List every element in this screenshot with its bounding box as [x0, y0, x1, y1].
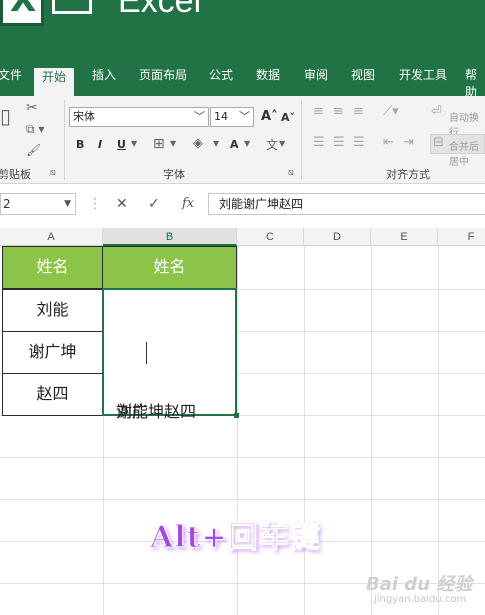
tab-developer[interactable]: 开发工具	[399, 66, 447, 96]
excel-logo-letter: X	[10, 0, 37, 20]
chevron-down-icon[interactable]: ▼	[279, 139, 285, 148]
column-header-b[interactable]: B	[103, 228, 237, 246]
cancel-formula-button[interactable]: ✕	[116, 196, 128, 212]
name-box-value: 2	[3, 197, 11, 211]
name-box[interactable]: 2 ▼	[0, 193, 76, 215]
column-header-e[interactable]: E	[371, 228, 438, 246]
grid-line	[237, 246, 238, 615]
underline-button[interactable]: U	[117, 138, 126, 151]
align-bottom-icon[interactable]: ≡	[353, 104, 364, 119]
shrink-font-label: A	[281, 111, 290, 124]
tab-review[interactable]: 审阅	[304, 66, 328, 96]
paste-icon[interactable]: ▯	[0, 104, 11, 128]
ribbon-separator	[301, 100, 302, 180]
tab-data[interactable]: 数据	[256, 66, 280, 96]
merge-icon: ⊟	[433, 135, 444, 150]
align-left-icon[interactable]: ☰	[313, 135, 325, 150]
tab-formulas[interactable]: 公式	[209, 66, 233, 96]
chevron-down-icon[interactable]: ﹀	[194, 108, 205, 126]
tab-insert[interactable]: 插入	[92, 66, 116, 96]
chevron-down-icon[interactable]: ﹀	[239, 108, 250, 126]
column-header-d[interactable]: D	[304, 228, 371, 246]
merged-text-after-caret: 谢广坤赵四	[116, 402, 197, 421]
cell-b1-header[interactable]: 姓名	[102, 246, 237, 289]
clipboard-group-label: 剪贴板	[0, 168, 31, 181]
alignment-group-label: 对齐方式	[386, 168, 430, 181]
phonetic-label: 文	[266, 138, 279, 152]
wrap-text-icon[interactable]: ⏎	[431, 104, 442, 119]
decrease-indent-icon[interactable]: ⇤	[383, 135, 394, 150]
chevron-down-icon[interactable]: ▼	[244, 139, 250, 148]
grid-line	[438, 246, 439, 615]
shortcut-hint-overlay: Alt+回车键	[150, 520, 321, 556]
chevron-down-icon[interactable]: ▼	[170, 139, 176, 148]
baidu-watermark-logo: Bai du 经验	[366, 574, 473, 595]
tab-view[interactable]: 视图	[351, 66, 375, 96]
font-size-combo[interactable]: 14 ﹀	[210, 107, 254, 127]
enter-formula-button[interactable]: ✓	[148, 196, 160, 212]
grid-line	[0, 499, 485, 500]
bold-button[interactable]: B	[76, 138, 84, 151]
app-title: Excel	[118, 0, 202, 20]
chevron-down-icon[interactable]: ▼	[131, 139, 137, 148]
formula-input[interactable]: 刘能谢广坤赵四	[208, 193, 485, 215]
phonetic-icon[interactable]: 文	[266, 136, 278, 153]
italic-button[interactable]: I	[98, 138, 102, 151]
grow-font-button[interactable]: A˄	[261, 109, 278, 124]
cell-a1-header[interactable]: 姓名	[2, 246, 103, 289]
grid-line	[304, 246, 305, 615]
font-color-button[interactable]: A	[230, 138, 239, 151]
font-launcher-icon[interactable]: ⧅	[288, 168, 294, 178]
align-middle-icon[interactable]: ≡	[333, 104, 344, 119]
chevron-down-icon[interactable]: ▼	[64, 194, 71, 214]
font-size-value: 14	[214, 110, 228, 123]
tab-home[interactable]: 开始	[34, 68, 75, 96]
tab-file[interactable]: 文件	[0, 66, 22, 96]
font-name-value: 宋体	[73, 110, 95, 123]
fill-handle[interactable]	[234, 413, 239, 418]
align-right-icon[interactable]: ☰	[353, 135, 365, 150]
format-painter-icon[interactable]: 🖌	[26, 143, 41, 157]
chevron-down-icon[interactable]: ▼	[213, 139, 219, 148]
font-name-combo[interactable]: 宋体 ﹀	[69, 107, 209, 127]
clipboard-launcher-icon[interactable]: ⧅	[50, 168, 56, 178]
cell-a4[interactable]: 赵四	[2, 373, 103, 416]
text-caret	[146, 342, 147, 364]
cell-a2[interactable]: 刘能	[2, 289, 103, 332]
align-top-icon[interactable]: ≡	[313, 104, 324, 119]
ribbon-separator	[64, 100, 65, 180]
fill-color-icon[interactable]: ◈	[193, 136, 203, 151]
grid-line	[0, 457, 485, 458]
baidu-watermark-url: jingyan.baidu.com	[374, 594, 467, 605]
column-header-a[interactable]: A	[0, 228, 103, 246]
merge-center-label: 合并后居中	[449, 142, 479, 168]
merged-cell-b2-editing[interactable]: 刘能 谢广坤赵四	[102, 288, 237, 421]
cell-a3[interactable]: 谢广坤	[2, 331, 103, 374]
column-header-f[interactable]: F	[438, 228, 485, 246]
more-icon: ⋮	[88, 196, 102, 212]
excel-logo-grid-icon	[52, 0, 92, 14]
copy-icon[interactable]: ⧉ ▾	[26, 122, 44, 137]
align-center-icon[interactable]: ☰	[333, 135, 345, 150]
column-header-c[interactable]: C	[237, 228, 304, 246]
border-icon[interactable]: ⊞	[153, 136, 165, 152]
tab-page-layout[interactable]: 页面布局	[139, 66, 187, 96]
tab-help[interactable]: 帮助	[465, 66, 485, 99]
shrink-font-button[interactable]: A˅	[281, 111, 295, 124]
grid-line	[371, 246, 372, 615]
insert-function-button[interactable]: fx	[182, 196, 194, 211]
merge-center-button[interactable]: ⊟ 合并后居中	[430, 134, 485, 168]
font-group-label: 字体	[163, 168, 185, 181]
orientation-icon[interactable]: ⟋▾	[383, 104, 399, 119]
cut-icon[interactable]: ✂	[26, 100, 38, 116]
grow-font-label: A	[261, 109, 272, 124]
increase-indent-icon[interactable]: ⇥	[403, 135, 414, 150]
